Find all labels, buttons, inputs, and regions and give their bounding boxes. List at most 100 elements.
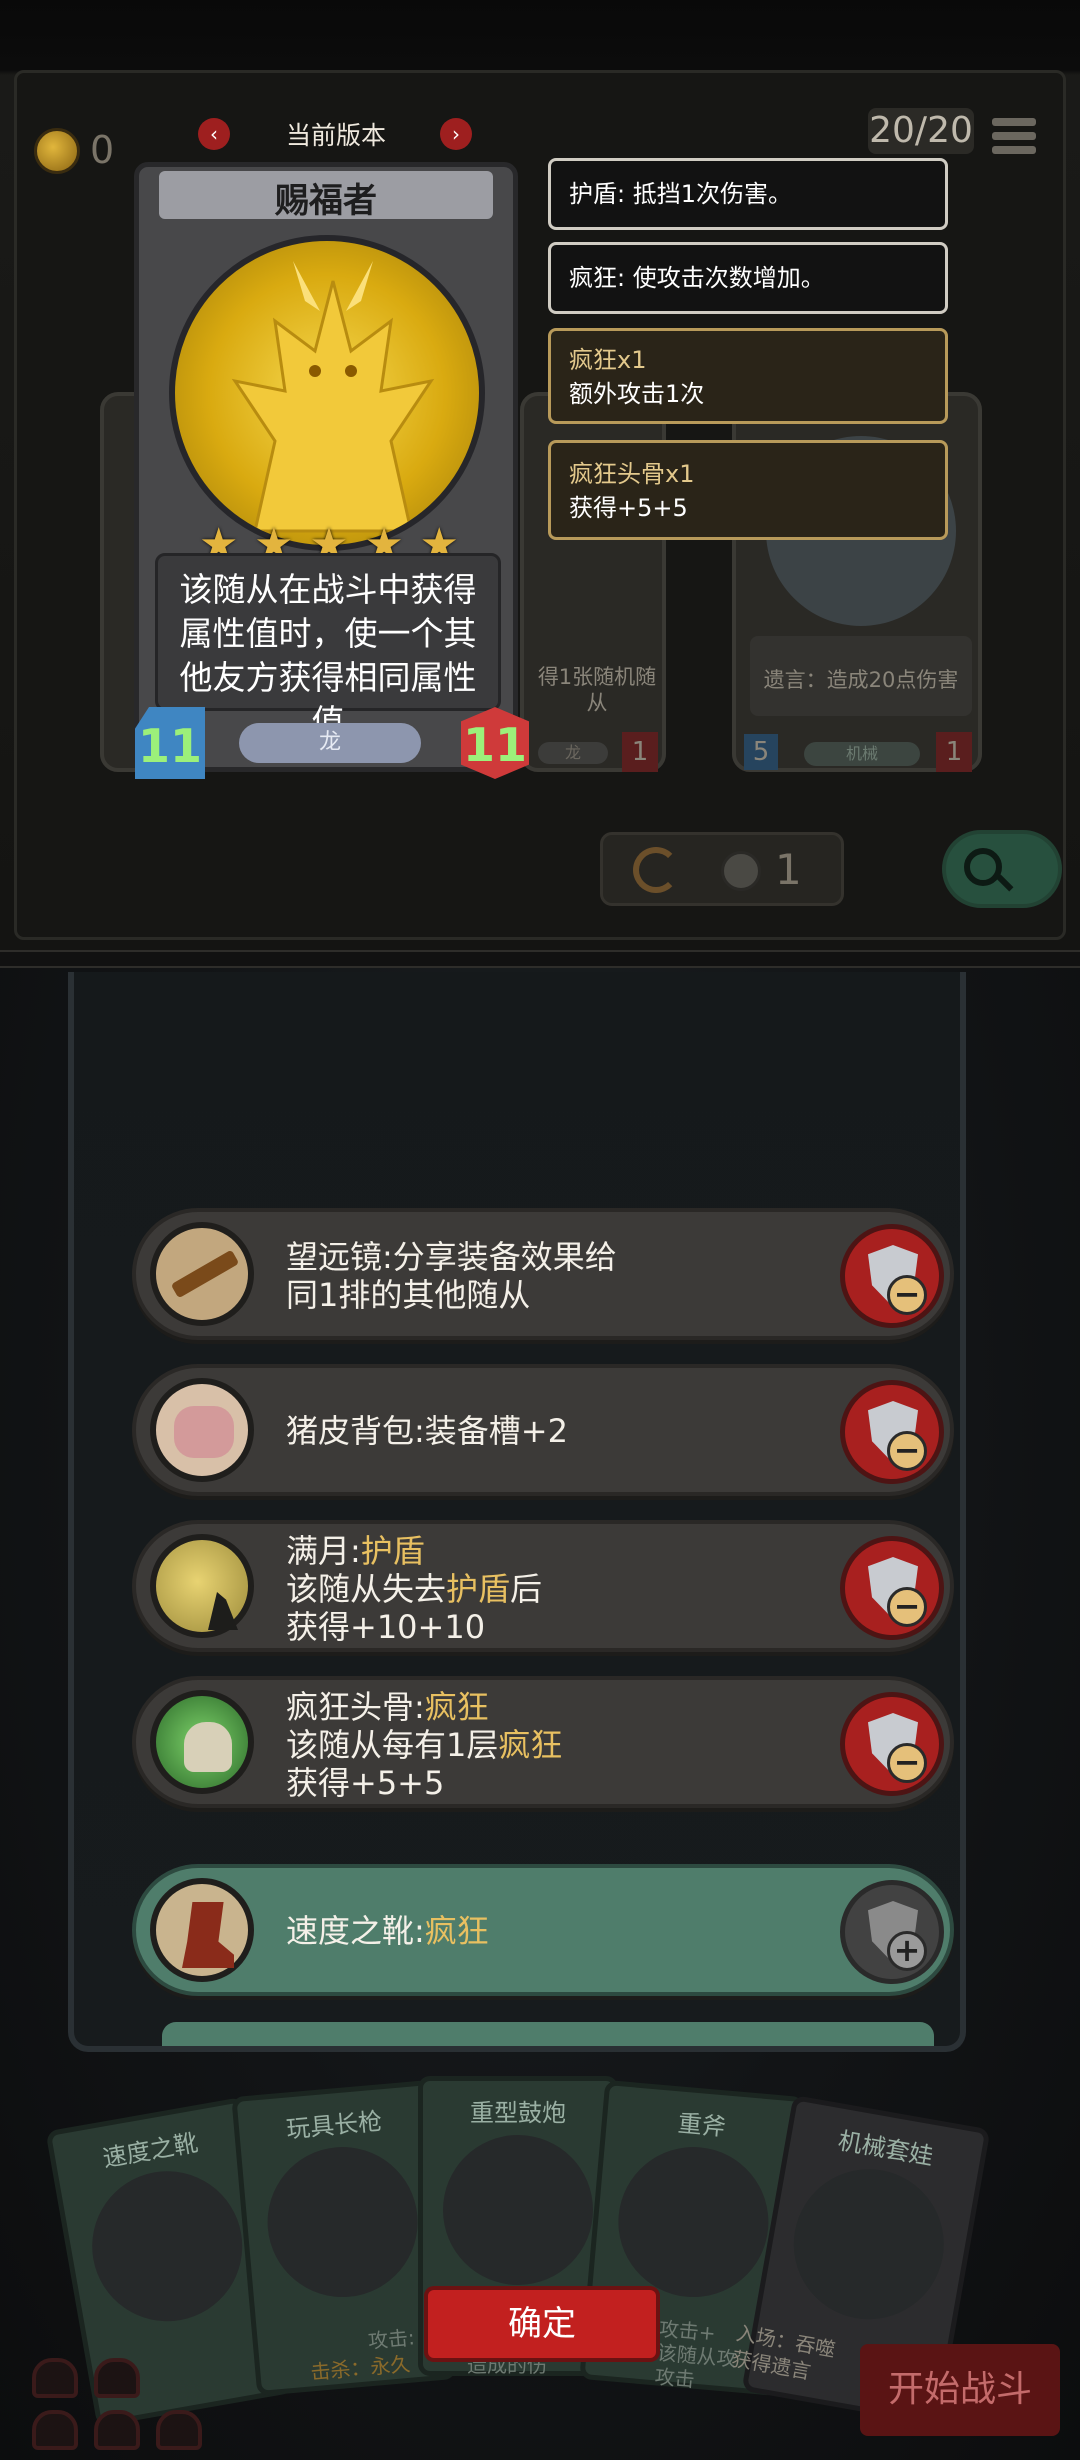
coin-count: 0 — [90, 128, 115, 172]
tooltip-frenzy-stack: 疯狂x1 额外攻击1次 — [548, 328, 948, 424]
confirm-button[interactable]: 确定 — [428, 2290, 656, 2358]
telescope-name: 望远镜 — [286, 1238, 383, 1276]
equipment-row-speed-boots[interactable]: 速度之靴:疯狂 + — [132, 1864, 954, 1996]
equipment-row-full-moon[interactable]: 满月:护盾 该随从失去护盾后 获得+10+10 − — [132, 1520, 954, 1652]
telescope-effect: 分享装备效果给 — [392, 1238, 617, 1276]
heart-icon — [32, 2410, 78, 2450]
heart-icon — [94, 2358, 140, 2398]
bg-card-right-tag: 机械 — [804, 742, 920, 766]
crazy-skull-line2a: 该随从每有1层 — [286, 1726, 499, 1764]
bg-card-middle-tag: 龙 — [538, 742, 608, 764]
pig-backpack-icon — [150, 1378, 254, 1482]
bg-card-right-attack: 5 — [744, 734, 778, 770]
crazy-skull-line2k: 疯狂 — [498, 1726, 563, 1764]
minus-icon: − — [887, 1587, 927, 1627]
bg-card-right-text: 遗言：造成20点伤害 — [763, 668, 959, 692]
card-name: 赐福者 — [275, 181, 377, 221]
pig-backpack-text: 猪皮背包:装备槽+2 — [286, 1412, 568, 1450]
golden-dragon-portrait — [169, 235, 485, 551]
card-tribe: 龙 — [239, 723, 421, 763]
card-health: 11 — [461, 707, 529, 779]
telescope-text: 望远镜:分享装备效果给 同1排的其他随从 — [286, 1238, 617, 1314]
hand-card-name: 机械套娃 — [835, 2126, 936, 2171]
bg-card-middle-text: 得1张随机随从 — [537, 665, 657, 715]
card-description: 该随从在战斗中获得属性值时，使一个其他友方获得相同属性值 — [179, 570, 477, 741]
pig-backpack-name: 猪皮背包 — [286, 1412, 415, 1450]
minion-card[interactable]: 赐福者 ★ ★ ★ ★ ★ 该随从在战斗中获得属性值时，使一个其他友方获得相同属… — [134, 162, 529, 779]
remove-pig-backpack-button[interactable]: − — [840, 1380, 944, 1484]
equipment-row-crazy-skull[interactable]: 疯狂头骨:疯狂 该随从每有1层疯狂 获得+5+5 − — [132, 1676, 954, 1808]
hand-card-text: 入场：吞噬 获得遗言 — [730, 2320, 838, 2389]
equipment-row-telescope[interactable]: 望远镜:分享装备效果给 同1排的其他随从 − — [132, 1208, 954, 1340]
speed-boots-icon — [150, 1878, 254, 1982]
telescope-icon — [150, 1222, 254, 1326]
search-icon-handle — [996, 874, 1014, 892]
hand-card-name: 玩具长枪 — [285, 2107, 384, 2144]
speed-boots-keyword: 疯狂 — [424, 1912, 489, 1950]
remove-telescope-button[interactable]: − — [840, 1224, 944, 1328]
minus-icon: − — [887, 1743, 927, 1783]
tooltip-frenzy-stack-title: 疯狂x1 — [569, 346, 647, 374]
crazy-skull-keyword: 疯狂 — [424, 1688, 489, 1726]
speed-boots-text: 速度之靴:疯狂 — [286, 1912, 489, 1950]
bg-card-right-health: 1 — [936, 732, 972, 772]
minus-icon: − — [887, 1431, 927, 1471]
hand-card-image — [80, 2159, 255, 2334]
remove-crazy-skull-button[interactable]: − — [840, 1692, 944, 1796]
plus-icon: + — [887, 1931, 927, 1971]
card-description-box: 该随从在战斗中获得属性值时，使一个其他友方获得相同属性值 — [155, 553, 501, 741]
hand-card-image — [612, 2140, 775, 2304]
hand-card-kill-text: 击杀：永久 — [309, 2351, 412, 2385]
version-next-button[interactable]: › — [440, 118, 472, 150]
coin-icon — [34, 128, 80, 174]
search-icon — [964, 848, 1002, 886]
full-moon-line2k: 护盾 — [446, 1570, 511, 1608]
tooltip-frenzy-stack-desc: 额外攻击1次 — [569, 380, 705, 408]
version-prev-button[interactable]: ‹ — [198, 118, 230, 150]
version-label: 当前版本 — [285, 121, 386, 150]
full-moon-keyword: 护盾 — [360, 1532, 425, 1570]
section-divider — [0, 950, 1080, 968]
hand-card-image — [261, 2140, 424, 2304]
full-moon-icon — [150, 1534, 254, 1638]
full-moon-line3: 获得+10+10 — [286, 1608, 486, 1646]
hand-card-name: 速度之靴 — [100, 2128, 201, 2173]
coin-small-icon — [721, 851, 761, 891]
tooltip-shield: 护盾: 抵挡1次伤害。 — [548, 158, 948, 230]
speed-boots-name: 速度之靴 — [286, 1912, 415, 1950]
tooltip-crazy-skull-title: 疯狂头骨x1 — [569, 460, 695, 488]
hand-card-image — [781, 2157, 956, 2332]
pig-backpack-effect: 装备槽+2 — [424, 1412, 568, 1450]
hand-card-text: 攻击+ 该随从攻 攻击 — [654, 2317, 740, 2396]
heart-icon — [32, 2358, 78, 2398]
crazy-skull-text: 疯狂头骨:疯狂 该随从每有1层疯狂 获得+5+5 — [286, 1688, 563, 1802]
add-speed-boots-button[interactable]: + — [840, 1880, 944, 1984]
crazy-skull-name: 疯狂头骨 — [286, 1688, 415, 1726]
tooltip-crazy-skull: 疯狂头骨x1 获得+5+5 — [548, 440, 948, 540]
hand-card-image — [443, 2135, 593, 2285]
menu-icon[interactable] — [992, 118, 1036, 158]
hand-card-name: 重型鼓炮 — [470, 2099, 566, 2127]
search-button[interactable] — [942, 830, 1062, 908]
equipment-row-pig-backpack[interactable]: 猪皮背包:装备槽+2 − — [132, 1364, 954, 1496]
card-attack: 11 — [135, 707, 205, 779]
tooltip-shield-text: 护盾: 抵挡1次伤害。 — [569, 180, 792, 208]
crazy-skull-icon — [150, 1690, 254, 1794]
refresh-cost: 1 — [775, 845, 802, 894]
tooltip-crazy-skull-desc: 获得+5+5 — [569, 494, 688, 522]
equipment-row-next-edge — [162, 2022, 934, 2046]
bg-card-middle-health: 1 — [622, 732, 658, 772]
tooltip-frenzy: 疯狂: 使攻击次数增加。 — [548, 242, 948, 314]
start-battle-button[interactable]: 开始战斗 — [860, 2344, 1060, 2436]
remove-full-moon-button[interactable]: − — [840, 1536, 944, 1640]
heart-icon — [156, 2410, 202, 2450]
full-moon-line2b: 后 — [510, 1570, 543, 1608]
refresh-button[interactable]: 1 — [600, 832, 844, 906]
minus-icon: − — [887, 1275, 927, 1315]
tooltip-frenzy-text: 疯狂: 使攻击次数增加。 — [569, 264, 825, 292]
full-moon-line2a: 该随从失去 — [286, 1570, 447, 1608]
refresh-icon — [633, 847, 679, 893]
minion-counter: 20/20 — [868, 108, 974, 154]
hand-card-name: 重斧 — [676, 2109, 727, 2142]
full-moon-name: 满月 — [286, 1532, 351, 1570]
